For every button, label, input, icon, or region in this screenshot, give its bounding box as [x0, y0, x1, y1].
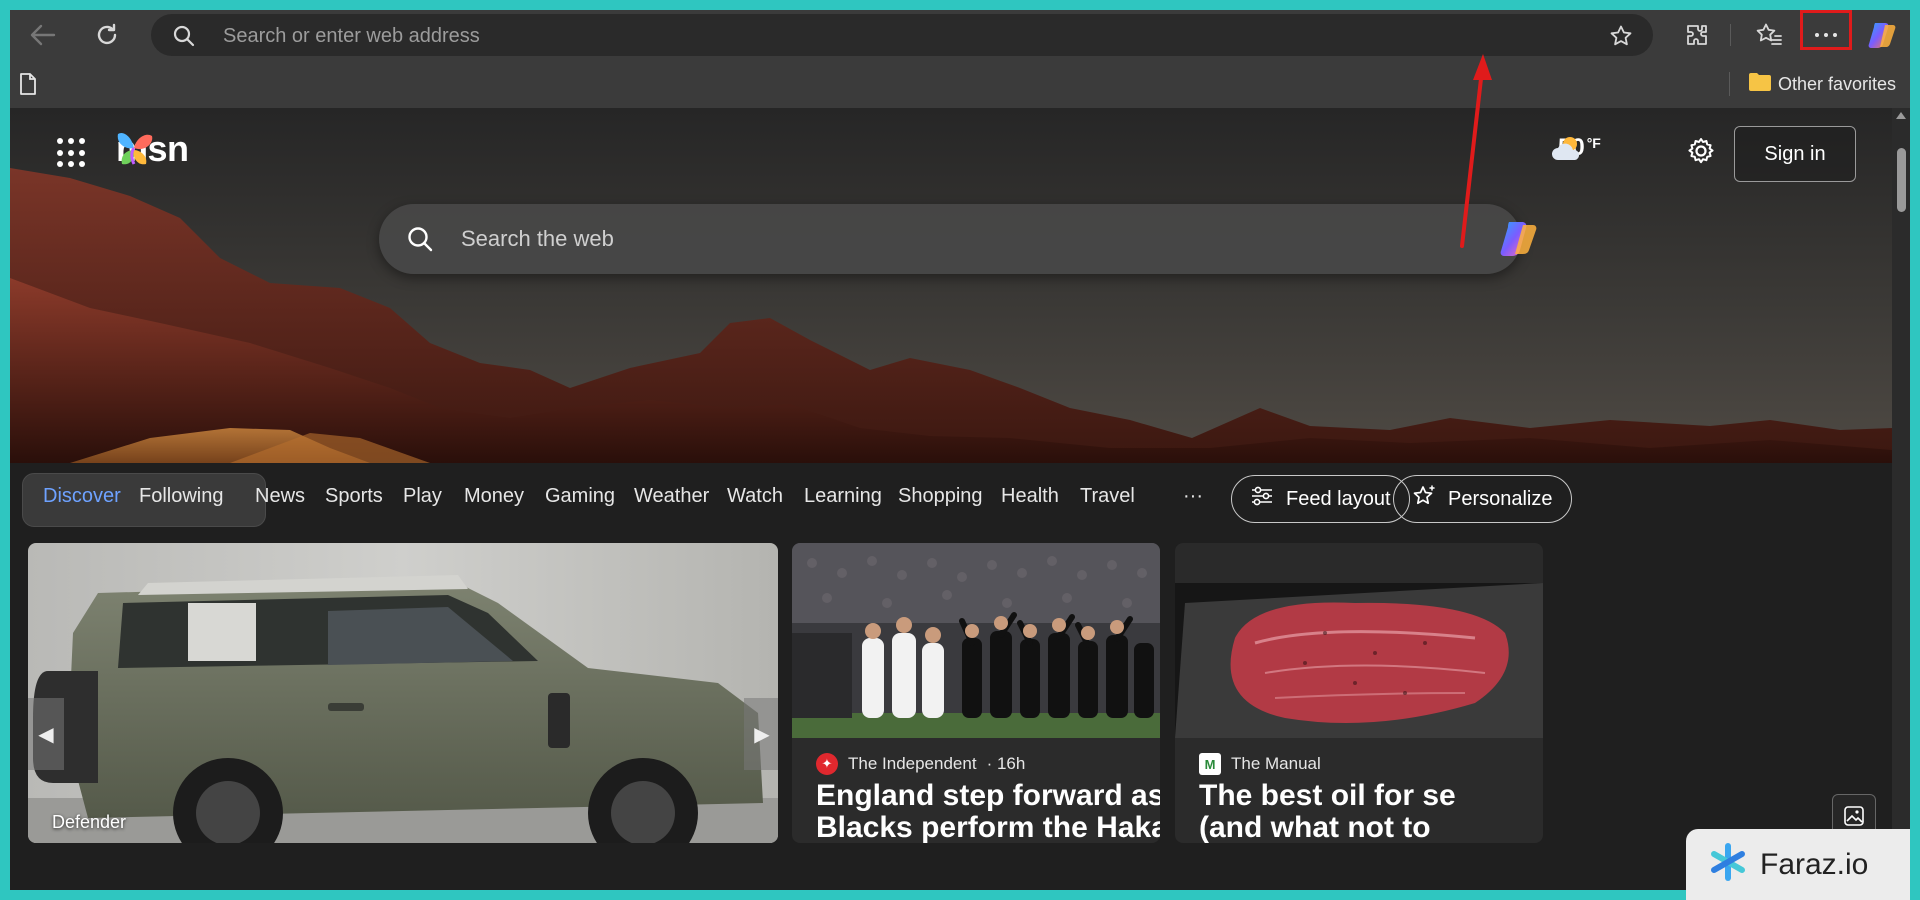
tab-sports[interactable]: Sports — [325, 485, 383, 508]
news-card-rugby[interactable]: ✦ The Independent · 16h England step for… — [792, 543, 1160, 843]
sliders-icon — [1250, 485, 1274, 513]
article-title-line2: Blacks perform the Haka — [816, 811, 1160, 843]
source-name: The Independent — [848, 754, 977, 773]
feed-layout-label: Feed layout — [1286, 487, 1391, 510]
personalize-label: Personalize — [1448, 487, 1553, 510]
search-icon — [173, 25, 195, 52]
hero-background: msn 50 °F Sign in — [10, 108, 1892, 463]
rugby-haka-image — [792, 543, 1160, 738]
browser-window: Search or enter web address Other favori… — [10, 10, 1910, 890]
back-icon[interactable] — [26, 18, 60, 52]
temperature-unit: °F — [1586, 135, 1601, 151]
extensions-icon[interactable] — [1680, 18, 1714, 52]
tab-money[interactable]: Money — [464, 485, 524, 508]
watermark-text: Faraz.io — [1760, 847, 1869, 881]
tab-following[interactable]: Following — [139, 485, 223, 508]
mountain-landscape — [10, 108, 1892, 463]
car-image — [28, 543, 778, 843]
news-card-steak[interactable]: M The Manual The best oil for se (and wh… — [1175, 543, 1543, 843]
tab-watch[interactable]: Watch — [727, 485, 783, 508]
featured-caption: Defender — [52, 812, 127, 832]
tab-discover[interactable]: Discover — [43, 485, 121, 508]
other-favorites-label: Other favorites — [1778, 74, 1897, 94]
web-search-placeholder: Search the web — [461, 226, 614, 251]
favorites-bar: Other favorites — [10, 60, 1910, 108]
msn-page: msn 50 °F Sign in — [10, 108, 1892, 890]
featured-card-defender[interactable]: ◀ ▶ Defender — [28, 543, 778, 843]
asterisk-logo-icon — [1708, 842, 1748, 887]
tab-play[interactable]: Play — [403, 485, 442, 508]
the-manual-logo-icon: M — [1199, 753, 1221, 775]
scroll-up-icon[interactable] — [1896, 112, 1906, 119]
folder-icon — [1748, 72, 1772, 97]
article-title-line2: (and what not to — [1199, 811, 1431, 843]
refresh-icon[interactable] — [90, 18, 124, 52]
watermark: Faraz.io — [1686, 829, 1910, 900]
independent-logo-icon: ✦ — [816, 753, 838, 775]
address-placeholder: Search or enter web address — [223, 25, 480, 47]
toolbar-divider — [1730, 24, 1731, 46]
favorites-divider — [1729, 72, 1730, 96]
personalize-button[interactable]: Personalize — [1393, 475, 1572, 523]
weather-widget[interactable]: 50 °F — [1550, 134, 1601, 162]
copilot-icon[interactable] — [1866, 18, 1900, 52]
apps-launcher-icon[interactable] — [57, 138, 87, 168]
web-search-box[interactable]: Search the web — [379, 204, 1537, 274]
scrollbar-thumb[interactable] — [1897, 148, 1906, 212]
address-bar[interactable]: Search or enter web address — [151, 14, 1653, 56]
tab-shopping[interactable]: Shopping — [898, 485, 983, 508]
page-scrollbar[interactable] — [1892, 108, 1910, 890]
tab-health[interactable]: Health — [1001, 485, 1059, 508]
favorites-icon[interactable] — [1752, 18, 1786, 52]
browser-toolbar: Search or enter web address — [10, 10, 1910, 60]
tab-learning[interactable]: Learning — [804, 485, 882, 508]
tab-gaming[interactable]: Gaming — [545, 485, 615, 508]
category-nav: Discover Following News Sports Play Mone… — [10, 463, 1892, 543]
favorite-star-icon[interactable] — [1609, 24, 1633, 53]
more-options-highlight — [1800, 10, 1852, 50]
page-icon[interactable] — [18, 72, 38, 101]
source-name: The Manual — [1231, 754, 1321, 773]
article-time: · 16h — [986, 754, 1026, 773]
tab-weather[interactable]: Weather — [634, 485, 709, 508]
sign-in-button[interactable]: Sign in — [1734, 126, 1856, 182]
other-favorites-folder[interactable]: Other favorites — [1748, 72, 1896, 97]
msn-logo[interactable]: msn — [112, 128, 189, 170]
article-source: M The Manual — [1199, 753, 1321, 775]
feed-layout-button[interactable]: Feed layout — [1231, 475, 1410, 523]
tab-news[interactable]: News — [255, 485, 305, 508]
carousel-prev-button[interactable]: ◀ — [28, 698, 64, 770]
steak-image — [1175, 543, 1543, 738]
sparkle-star-icon — [1412, 484, 1436, 514]
article-source: ✦ The Independent · 16h — [816, 753, 1025, 775]
tab-travel[interactable]: Travel — [1080, 485, 1135, 508]
carousel-next-button[interactable]: ▶ — [744, 698, 778, 770]
more-tabs-button[interactable]: ··· — [1183, 485, 1203, 508]
